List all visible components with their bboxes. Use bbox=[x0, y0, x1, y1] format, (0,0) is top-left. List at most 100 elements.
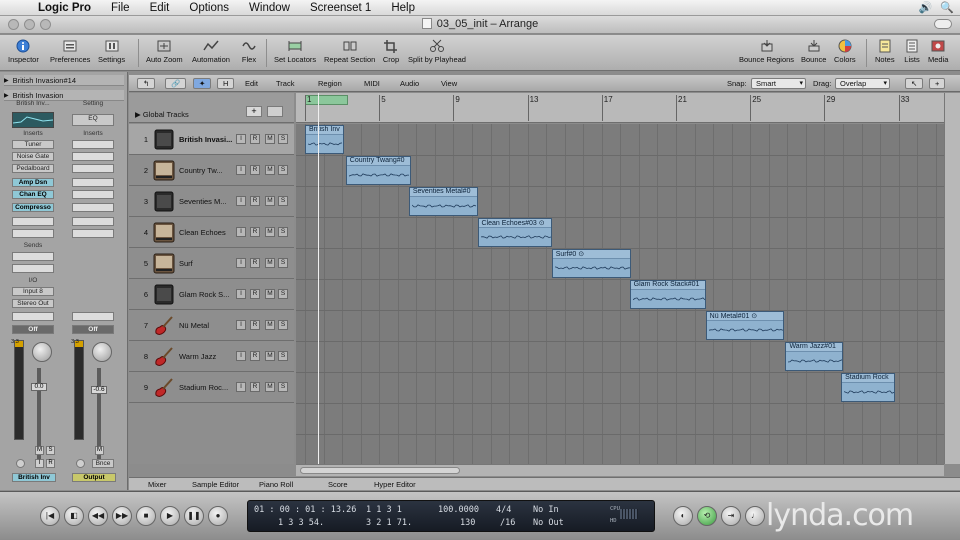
bounce-regions-button[interactable]: Bounce Regions bbox=[739, 38, 794, 64]
mute-button[interactable]: M bbox=[265, 289, 275, 299]
back-button[interactable]: ↰ bbox=[137, 78, 156, 89]
mute-button[interactable]: M bbox=[265, 258, 275, 268]
eq-slot[interactable]: EQ bbox=[72, 114, 114, 126]
track-name[interactable]: Surf bbox=[179, 259, 234, 268]
solo-button[interactable]: S bbox=[278, 258, 288, 268]
crop-button[interactable]: Crop bbox=[382, 38, 400, 64]
split-by-playhead-button[interactable]: Split by Playhead bbox=[408, 38, 466, 64]
menu-help[interactable]: Help bbox=[381, 0, 425, 16]
replace-button[interactable]: ◐ bbox=[673, 506, 693, 526]
menu-local-region[interactable]: Region bbox=[318, 79, 342, 88]
mute-button[interactable]: M bbox=[265, 134, 275, 144]
input-monitor-button[interactable]: I bbox=[236, 227, 246, 237]
input-monitor-button[interactable]: I bbox=[236, 289, 246, 299]
track-header[interactable]: 7 Nü Metal I R M S bbox=[129, 310, 294, 341]
solo-button[interactable]: S bbox=[278, 289, 288, 299]
track-name[interactable]: British Invasi... bbox=[179, 135, 234, 144]
track-header[interactable]: 1 British Invasi... I R M S bbox=[129, 124, 294, 155]
guitar-icon[interactable] bbox=[153, 315, 175, 336]
catch-button[interactable]: ✦ bbox=[193, 78, 212, 89]
menu-local-track[interactable]: Track bbox=[276, 79, 294, 88]
automation-mode[interactable]: Off bbox=[12, 325, 54, 334]
record-button[interactable]: ● bbox=[208, 506, 228, 526]
track-header[interactable]: 6 Glam Rock S... I R M S bbox=[129, 279, 294, 310]
insert-slot-empty[interactable] bbox=[72, 190, 114, 199]
record-enable-button[interactable]: R bbox=[250, 351, 260, 361]
insert-slot-empty[interactable] bbox=[72, 152, 114, 161]
track-view-button[interactable] bbox=[267, 106, 283, 117]
record-enable-button[interactable]: R bbox=[250, 320, 260, 330]
input-monitor-button[interactable]: I bbox=[236, 196, 246, 206]
track-name[interactable]: Stadium Roc... bbox=[179, 383, 234, 392]
mute-button[interactable]: M bbox=[265, 320, 275, 330]
tab-mixer[interactable]: Mixer bbox=[148, 480, 166, 489]
audio-region[interactable]: British Inv bbox=[305, 125, 344, 154]
insert-slot-empty[interactable] bbox=[72, 164, 114, 173]
input-select[interactable]: Input 8 bbox=[12, 287, 54, 296]
group-slot[interactable] bbox=[72, 312, 114, 321]
audio-region[interactable]: Country Twang#0 bbox=[345, 156, 411, 185]
track-header[interactable]: 2 Country Tw... I R M S bbox=[129, 155, 294, 186]
send-slot[interactable] bbox=[12, 264, 54, 273]
audio-region[interactable]: Stadium Rock bbox=[841, 373, 895, 402]
insert-compressor[interactable]: Compresso bbox=[12, 203, 54, 212]
playhead[interactable] bbox=[317, 93, 319, 464]
mute-button[interactable]: M bbox=[265, 351, 275, 361]
go-to-start-button[interactable]: |◀ bbox=[40, 506, 60, 526]
mute-button[interactable]: M bbox=[265, 227, 275, 237]
insert-slot-empty[interactable] bbox=[12, 217, 54, 226]
amp-icon[interactable] bbox=[153, 129, 175, 150]
horizontal-scrollbar[interactable] bbox=[296, 464, 944, 476]
audio-region[interactable]: Clean Echoes#03 ⊙ bbox=[477, 218, 552, 247]
colors-button[interactable]: Colors bbox=[834, 38, 856, 64]
track-name[interactable]: Warm Jazz bbox=[179, 352, 234, 361]
volume-icon[interactable]: 🔊 bbox=[919, 1, 933, 14]
tab-hyper-editor[interactable]: Hyper Editor bbox=[374, 480, 416, 489]
record-enable-button[interactable]: R bbox=[250, 289, 260, 299]
pause-button[interactable]: ❚❚ bbox=[184, 506, 204, 526]
toolbar-toggle-button[interactable] bbox=[934, 19, 952, 29]
menu-edit[interactable]: Edit bbox=[140, 0, 180, 16]
capture-button[interactable]: ◧ bbox=[64, 506, 84, 526]
record-enable-button[interactable]: R bbox=[250, 196, 260, 206]
cycle-button[interactable]: ⟲ bbox=[697, 506, 717, 526]
audio-region[interactable]: Glam Rock Stack#01 bbox=[629, 280, 706, 309]
menu-screenset[interactable]: Screenset 1 bbox=[300, 0, 381, 16]
track-name[interactable]: Nü Metal bbox=[179, 321, 234, 330]
drag-select[interactable]: Overlap bbox=[835, 78, 890, 89]
track-name[interactable]: Country Tw... bbox=[179, 166, 234, 175]
link-button[interactable] bbox=[16, 459, 25, 468]
inspector-button[interactable]: Inspector bbox=[8, 38, 39, 64]
input-monitor-button[interactable]: I bbox=[236, 320, 246, 330]
set-locators-button[interactable]: Set Locators bbox=[274, 38, 316, 64]
insert-slot-empty[interactable] bbox=[72, 217, 114, 226]
menu-local-midi[interactable]: MIDI bbox=[364, 79, 380, 88]
audio-region[interactable]: Warm Jazz#01 bbox=[785, 342, 843, 371]
mute-button[interactable]: M bbox=[265, 196, 275, 206]
rewind-button[interactable]: ◀◀ bbox=[88, 506, 108, 526]
volume-fader[interactable]: -0.6 bbox=[91, 386, 107, 394]
audio-region[interactable]: Surf#0 ⊙ bbox=[551, 249, 632, 278]
insert-slot-empty[interactable] bbox=[72, 140, 114, 149]
preferences-button[interactable]: Preferences bbox=[50, 38, 90, 64]
mute-button[interactable]: M bbox=[265, 165, 275, 175]
insert-tuner[interactable]: Tuner bbox=[12, 140, 54, 149]
amp-icon[interactable] bbox=[153, 191, 175, 212]
track-header[interactable]: 5 Surf I R M S bbox=[129, 248, 294, 279]
insert-slot-empty[interactable] bbox=[72, 203, 114, 212]
eq-display[interactable] bbox=[12, 112, 54, 128]
record-enable-button[interactable]: R bbox=[250, 382, 260, 392]
track-header[interactable]: 3 Seventies M... I R M S bbox=[129, 186, 294, 217]
notes-button[interactable]: Notes bbox=[875, 38, 895, 64]
transport-display[interactable]: 01 : 00 : 01 : 13.26 1 3 3 54. 1 1 3 1 3… bbox=[247, 500, 655, 532]
repeat-section-button[interactable]: Repeat Section bbox=[324, 38, 375, 64]
snap-select[interactable]: Smart bbox=[751, 78, 806, 89]
menu-local-edit[interactable]: Edit bbox=[245, 79, 258, 88]
input-monitor-button[interactable]: I bbox=[236, 134, 246, 144]
tab-sample-editor[interactable]: Sample Editor bbox=[192, 480, 239, 489]
solo-button[interactable]: S bbox=[278, 351, 288, 361]
bar-ruler[interactable]: 1 5 9 13 17 21 25 29 33 bbox=[296, 93, 944, 123]
tab-score[interactable]: Score bbox=[328, 480, 348, 489]
bounce-button[interactable]: Bnce bbox=[92, 459, 114, 468]
bounce-button[interactable]: Bounce bbox=[801, 38, 826, 64]
